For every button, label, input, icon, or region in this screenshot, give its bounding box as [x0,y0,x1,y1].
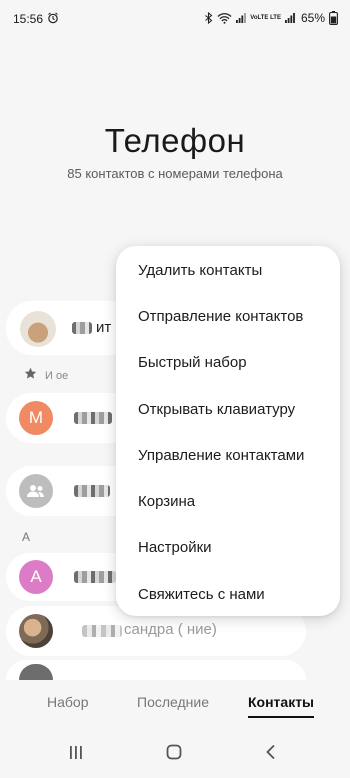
menu-item-speed-dial[interactable]: Быстрый набор [138,354,247,371]
system-navigation-bar [0,730,350,778]
profile-name-blurred [72,322,92,334]
signal-icon-2 [284,12,295,24]
status-bar: 15:56 VoLTE LTE 65% [0,0,350,36]
contact-name-partial: сандра ( ние) [124,621,217,638]
bottom-tab-bar: Набор Последние Контакты [0,686,350,722]
star-icon [24,367,37,385]
wifi-icon [217,12,232,24]
profile-avatar [20,311,56,347]
menu-item-contact-us[interactable]: Свяжитесь с нами [138,586,265,603]
page-title: Телефон [104,122,246,159]
network-type-label: VoLTE LTE [250,15,281,21]
recent-apps-icon[interactable] [68,744,84,765]
overflow-menu: Удалить контакты Отправление контактов Б… [116,246,340,616]
contact-name-blurred [82,625,122,637]
tab-keypad[interactable]: Набор [47,694,89,710]
active-tab-indicator [248,716,314,718]
contact-photo-avatar [19,614,53,648]
favorites-label: И ое [45,370,69,382]
contact-photo-avatar [19,664,53,680]
menu-item-settings[interactable]: Настройки [138,539,212,556]
profile-name-partial: ит [96,319,112,336]
contact-name-blurred [74,485,110,497]
menu-item-delete-contacts[interactable]: Удалить контакты [138,262,262,279]
contact-name-blurred [74,412,112,424]
contacts-count-subtitle: 85 контактов с номерами телефона [67,166,283,181]
battery-percent: 65% [300,11,325,25]
status-time: 15:56 [13,12,44,26]
group-avatar [19,474,53,508]
back-icon[interactable] [265,744,277,765]
menu-item-manage-contacts[interactable]: Управление контактами [138,447,304,464]
avatar-letter-m: М [28,408,44,427]
avatar-letter-a: А [30,567,42,586]
tab-recents[interactable]: Последние [137,694,209,710]
tab-contacts[interactable]: Контакты [248,694,314,710]
menu-item-open-keypad[interactable]: Открывать клавиатуру [138,401,295,418]
contact-row-partial[interactable] [6,660,306,680]
contact-avatar-a: А [19,560,53,594]
contact-name-blurred [74,571,116,583]
contact-avatar-m: М [19,401,53,435]
alarm-icon [47,12,59,24]
signal-icon [236,12,247,24]
battery-icon [329,11,338,25]
menu-item-trash[interactable]: Корзина [138,493,195,510]
home-icon[interactable] [166,744,182,765]
favorites-header: И ое [24,367,68,385]
menu-item-share-contacts[interactable]: Отправление контактов [138,308,303,325]
group-icon [27,485,44,497]
bluetooth-icon [204,12,213,24]
section-letter-a: А [22,530,31,544]
